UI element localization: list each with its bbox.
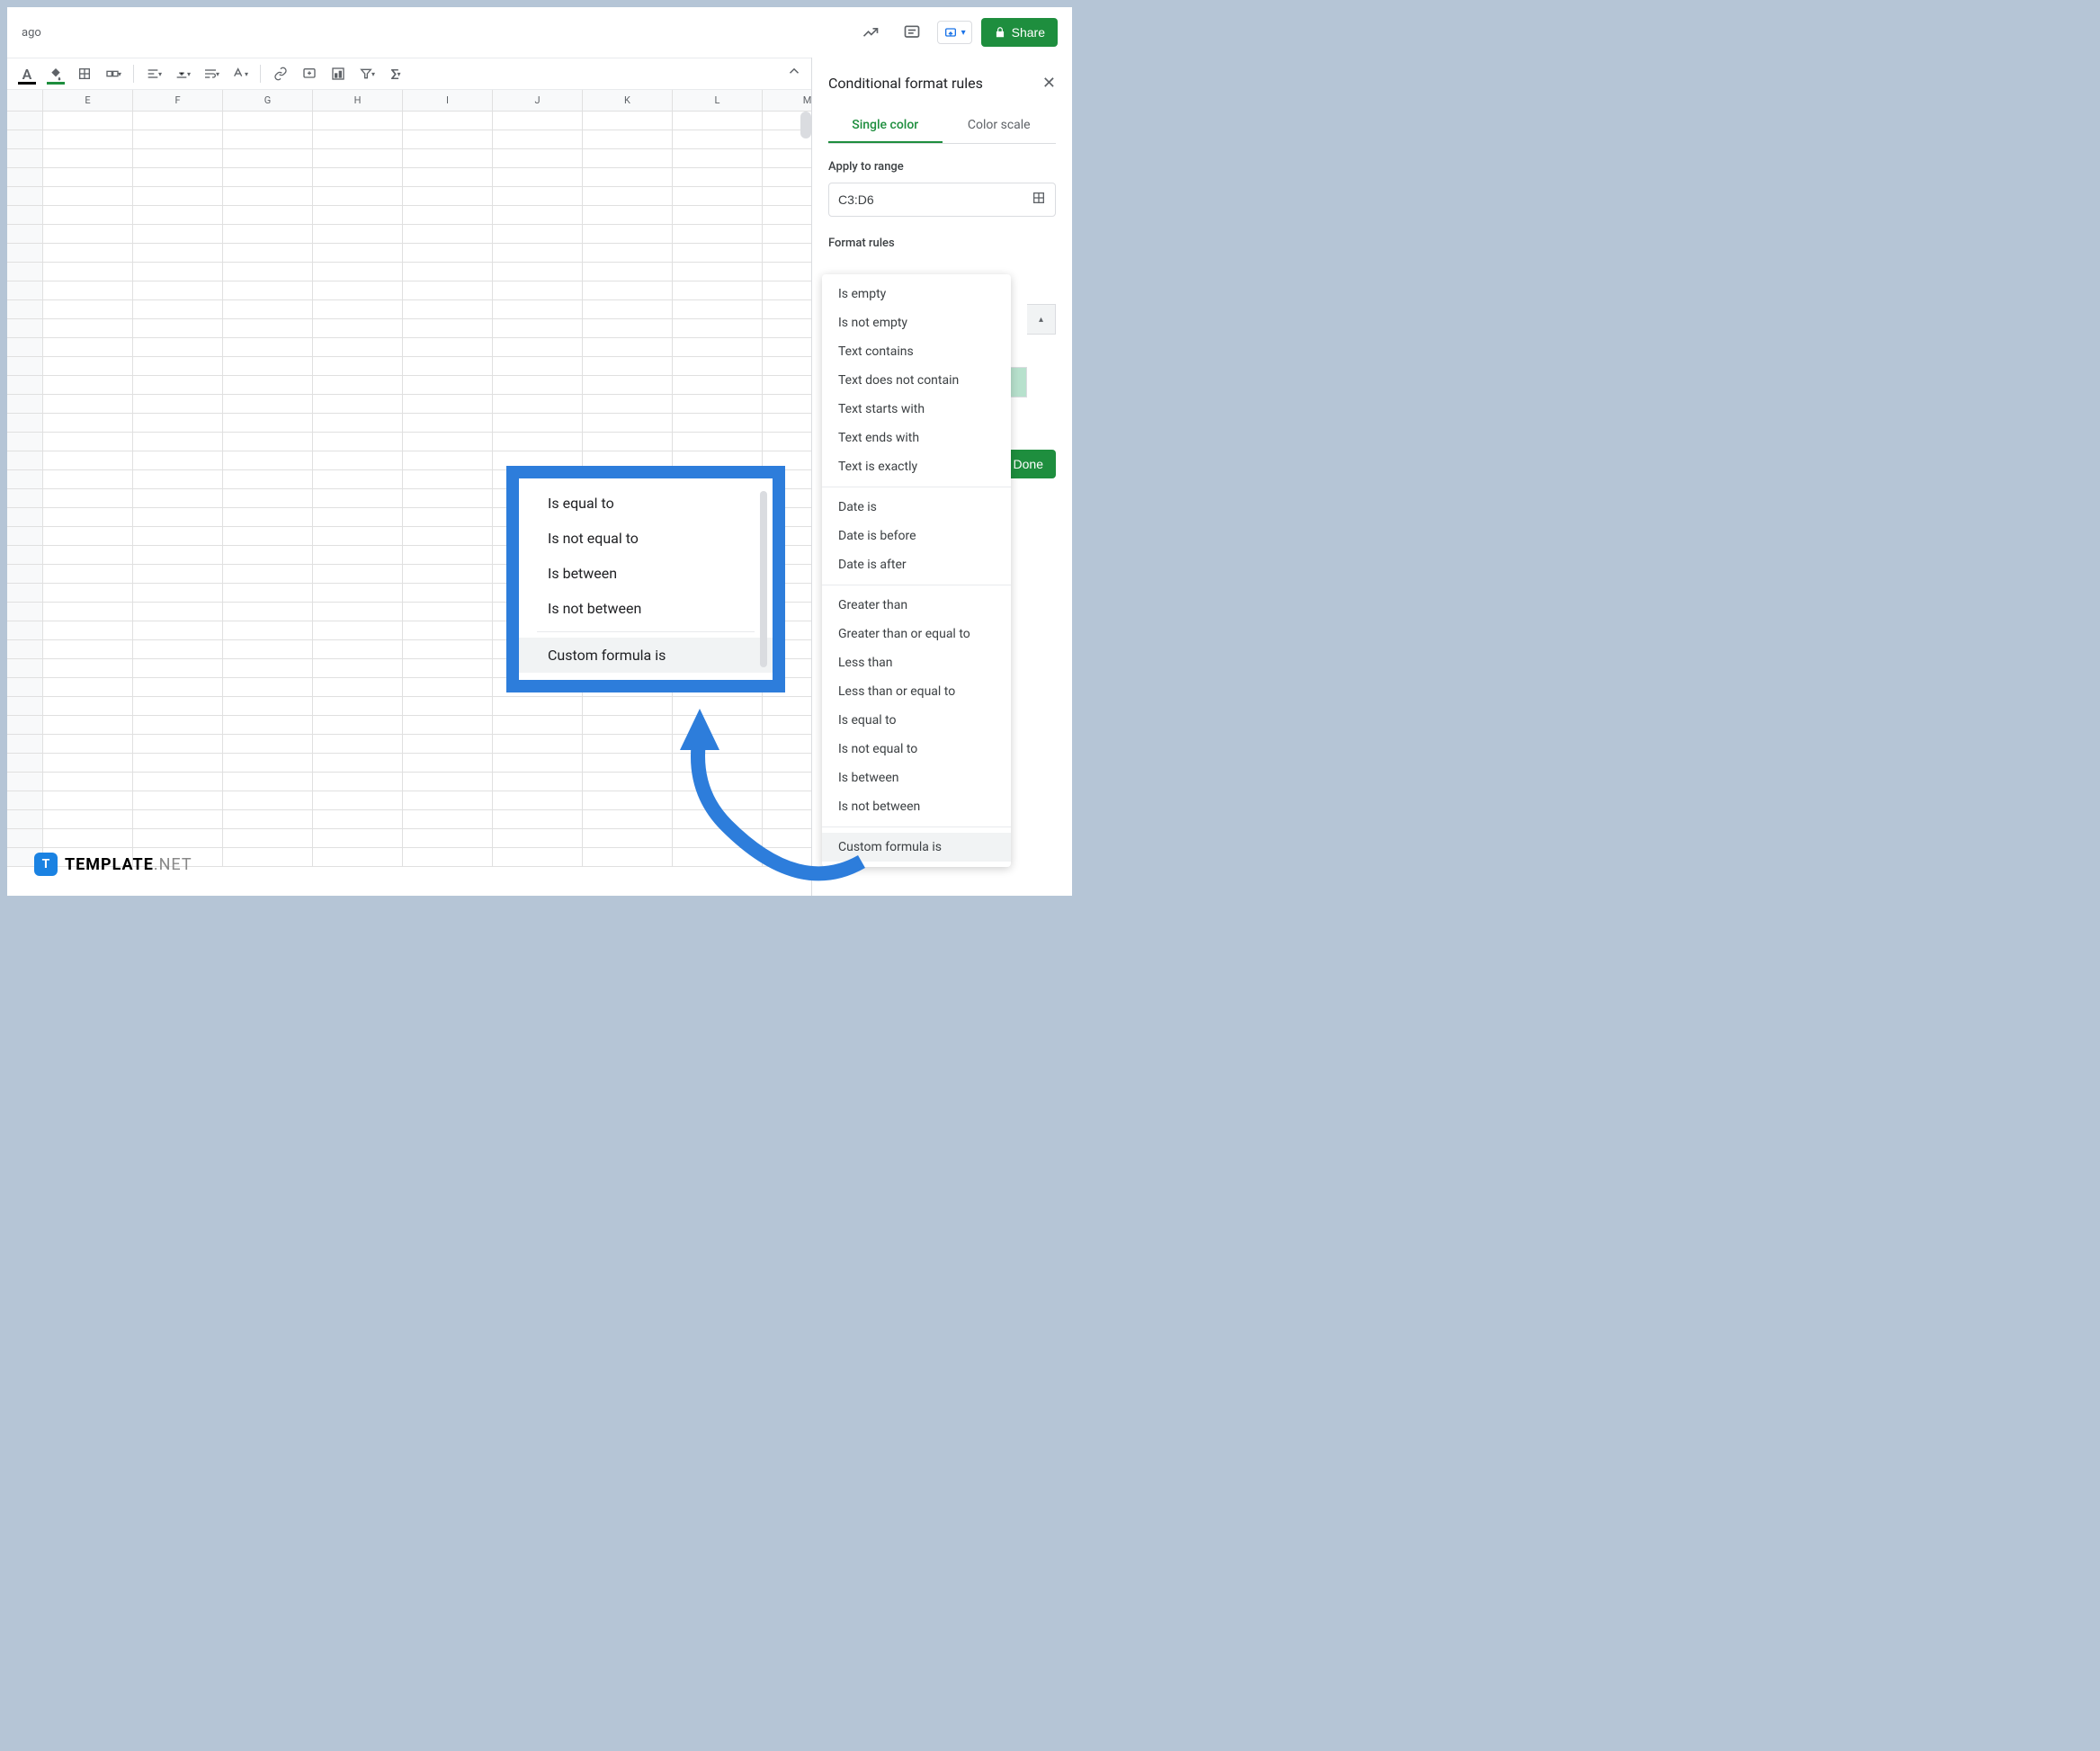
callout-zoom: Is equal to Is not equal to Is between I… xyxy=(506,466,785,692)
watermark-name: TEMPLATE xyxy=(65,855,154,874)
rule-option[interactable]: Greater than xyxy=(822,591,1011,620)
present-dropdown[interactable]: ▾ xyxy=(937,21,972,44)
rule-option[interactable]: Is empty xyxy=(822,280,1011,308)
link-icon[interactable] xyxy=(268,61,293,86)
grid-row[interactable] xyxy=(7,395,811,414)
grid-row[interactable] xyxy=(7,754,811,773)
grid-row[interactable] xyxy=(7,149,811,168)
range-input[interactable] xyxy=(828,183,1056,217)
grid-row[interactable] xyxy=(7,206,811,225)
rule-option[interactable]: Text starts with xyxy=(822,395,1011,424)
rule-option[interactable]: Text ends with xyxy=(822,424,1011,452)
callout-item[interactable]: Is equal to xyxy=(519,486,773,521)
grid-row[interactable] xyxy=(7,716,811,735)
tab-color-scale[interactable]: Color scale xyxy=(943,109,1057,143)
panel-title: Conditional format rules xyxy=(828,75,983,92)
borders-icon[interactable] xyxy=(72,61,97,86)
rule-option[interactable]: Is not equal to xyxy=(822,735,1011,764)
functions-icon[interactable]: Σ▾ xyxy=(383,61,408,86)
fill-color-icon[interactable] xyxy=(43,61,68,86)
callout-item[interactable]: Is between xyxy=(519,556,773,591)
grid-row[interactable] xyxy=(7,300,811,319)
column-header[interactable]: E xyxy=(43,90,133,111)
rule-option[interactable]: Is between xyxy=(822,764,1011,792)
column-header[interactable]: F xyxy=(133,90,223,111)
rule-option[interactable]: Text is exactly xyxy=(822,452,1011,481)
text-color-icon[interactable]: A xyxy=(14,61,40,86)
rule-option[interactable]: Less than xyxy=(822,648,1011,677)
rule-option[interactable]: Is equal to xyxy=(822,706,1011,735)
watermark-badge: T xyxy=(34,853,58,876)
grid-row[interactable] xyxy=(7,357,811,376)
rule-option-custom-formula[interactable]: Custom formula is xyxy=(822,833,1011,862)
rule-option[interactable]: Is not between xyxy=(822,792,1011,821)
callout-item[interactable]: Is not between xyxy=(519,591,773,626)
filter-icon[interactable]: ▾ xyxy=(354,61,380,86)
column-header[interactable]: K xyxy=(583,90,673,111)
column-header[interactable]: J xyxy=(493,90,583,111)
vertical-scrollbar[interactable] xyxy=(800,112,811,138)
grid-row[interactable] xyxy=(7,319,811,338)
column-header[interactable]: I xyxy=(403,90,493,111)
grid-row[interactable] xyxy=(7,263,811,281)
callout-scrollbar[interactable] xyxy=(760,491,767,667)
valign-icon[interactable]: ▾ xyxy=(170,61,195,86)
grid-row[interactable] xyxy=(7,810,811,829)
grid-row[interactable] xyxy=(7,130,811,149)
range-field[interactable] xyxy=(838,192,1005,207)
rule-option[interactable]: Text contains xyxy=(822,337,1011,366)
rule-option[interactable]: Date is before xyxy=(822,522,1011,550)
column-header[interactable]: G xyxy=(223,90,313,111)
trend-icon[interactable] xyxy=(854,16,887,49)
insert-comment-icon[interactable] xyxy=(297,61,322,86)
grid-row[interactable] xyxy=(7,112,811,130)
rotate-icon[interactable]: ▾ xyxy=(228,61,253,86)
merge-icon[interactable]: ▾ xyxy=(101,61,126,86)
callout-item-highlight[interactable]: Custom formula is xyxy=(519,638,773,673)
grid-row[interactable] xyxy=(7,168,811,187)
grid-row[interactable] xyxy=(7,773,811,791)
watermark-suffix: .NET xyxy=(154,855,192,874)
watermark: T TEMPLATE.NET xyxy=(34,853,192,876)
share-label: Share xyxy=(1012,25,1045,40)
grid-row[interactable] xyxy=(7,829,811,848)
grid-row[interactable] xyxy=(7,338,811,357)
range-picker-icon[interactable] xyxy=(1032,191,1046,209)
grid-row[interactable] xyxy=(7,735,811,754)
rule-option[interactable]: Text does not contain xyxy=(822,366,1011,395)
rule-option[interactable]: Date is xyxy=(822,493,1011,522)
halign-icon[interactable]: ▾ xyxy=(141,61,166,86)
grid-row[interactable] xyxy=(7,187,811,206)
column-header[interactable]: L xyxy=(673,90,763,111)
callout-item[interactable]: Is not equal to xyxy=(519,521,773,556)
grid-row[interactable] xyxy=(7,697,811,716)
close-icon[interactable]: ✕ xyxy=(1042,74,1056,93)
share-button[interactable]: Share xyxy=(981,18,1058,47)
rule-option[interactable]: Greater than or equal to xyxy=(822,620,1011,648)
format-rule-dropdown: Is emptyIs not emptyText containsText do… xyxy=(822,274,1011,867)
tab-single-color[interactable]: Single color xyxy=(828,109,943,143)
rule-option[interactable]: Date is after xyxy=(822,550,1011,579)
grid-row[interactable] xyxy=(7,433,811,451)
grid-row[interactable] xyxy=(7,281,811,300)
last-edit-ago: ago xyxy=(22,26,41,40)
grid-row[interactable] xyxy=(7,414,811,433)
rule-dropdown-toggle[interactable]: ▴ xyxy=(1027,304,1056,335)
grid-row[interactable] xyxy=(7,376,811,395)
chart-icon[interactable] xyxy=(326,61,351,86)
rule-option[interactable]: Is not empty xyxy=(822,308,1011,337)
comment-icon[interactable] xyxy=(896,16,928,49)
wrap-icon[interactable]: ▾ xyxy=(199,61,224,86)
apply-to-range-label: Apply to range xyxy=(828,160,1056,174)
column-header[interactable]: H xyxy=(313,90,403,111)
grid-row[interactable] xyxy=(7,244,811,263)
collapse-toolbar-icon[interactable] xyxy=(786,63,802,83)
rule-option[interactable]: Less than or equal to xyxy=(822,677,1011,706)
format-rules-label: Format rules xyxy=(828,237,1056,250)
grid-row[interactable] xyxy=(7,225,811,244)
grid-row[interactable] xyxy=(7,791,811,810)
